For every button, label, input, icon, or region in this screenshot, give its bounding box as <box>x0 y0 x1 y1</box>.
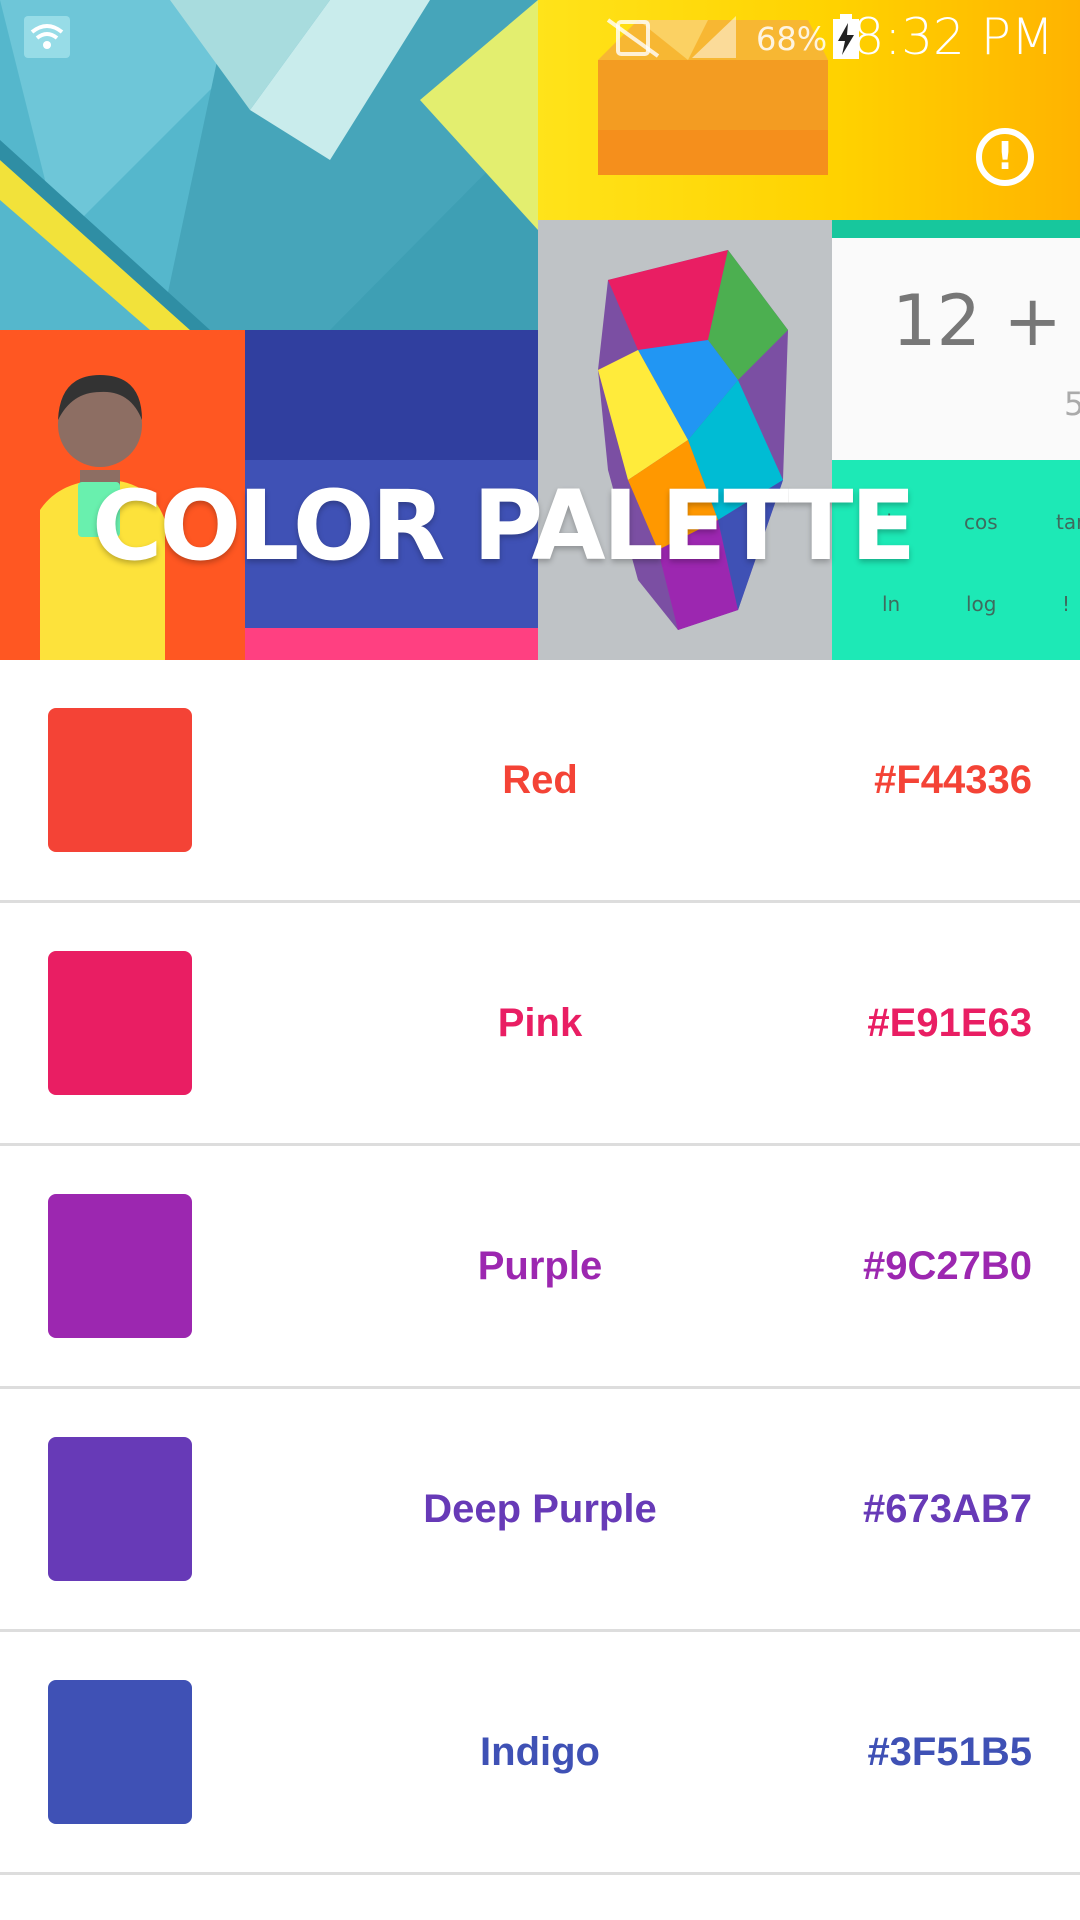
mute-vibrate-icon <box>598 16 668 65</box>
calc-key: log <box>966 592 997 616</box>
info-icon: ! <box>996 134 1014 179</box>
color-list: Red #F44336 Pink #E91E63 Purple #9C27B0 … <box>0 660 1080 1875</box>
color-name: Red <box>502 758 578 802</box>
calculator-result: 5 <box>1064 385 1080 423</box>
color-name: Pink <box>497 1001 583 1045</box>
color-hex: #3F51B5 <box>867 1730 1032 1774</box>
color-row[interactable]: Red #F44336 <box>0 660 1080 903</box>
color-hex: #E91E63 <box>867 1001 1032 1045</box>
status-time: 8:32 PM <box>852 8 1054 66</box>
battery-percentage: 68% <box>756 20 828 58</box>
color-swatch <box>48 1437 192 1581</box>
color-row[interactable]: Deep Purple #673AB7 <box>0 1389 1080 1632</box>
color-swatch <box>48 708 192 852</box>
page-title: COLOR PALETTE <box>92 470 916 582</box>
calc-key: cos <box>964 510 998 534</box>
color-row[interactable]: Indigo #3F51B5 <box>0 1632 1080 1875</box>
color-name: Deep Purple <box>423 1487 657 1531</box>
signal-icon <box>690 14 738 65</box>
status-bar: 68% 8:32 PM <box>0 0 1080 76</box>
calc-key: ! <box>1062 592 1071 616</box>
color-name: Indigo <box>480 1730 600 1774</box>
calculator-art: 12 + 46 5 sin cos tan ln log ! <box>832 220 1080 660</box>
wifi-icon <box>24 16 70 63</box>
color-row[interactable]: Purple #9C27B0 <box>0 1146 1080 1389</box>
info-button[interactable]: ! <box>976 128 1034 186</box>
color-row[interactable]: Pink #E91E63 <box>0 903 1080 1146</box>
calculator-display: 12 + 46 <box>892 280 1080 362</box>
calc-key: ln <box>882 592 901 616</box>
color-hex: #673AB7 <box>862 1487 1032 1531</box>
color-swatch <box>48 1194 192 1338</box>
calc-key: tan <box>1056 510 1080 534</box>
color-hex: #F44336 <box>874 758 1032 802</box>
polygon-face-art <box>538 220 832 660</box>
color-swatch <box>48 1680 192 1824</box>
color-name: Purple <box>477 1244 603 1288</box>
header-banner: 12 + 46 5 sin cos tan ln log ! <box>0 0 1080 660</box>
color-swatch <box>48 951 192 1095</box>
color-hex: #9C27B0 <box>862 1244 1032 1288</box>
